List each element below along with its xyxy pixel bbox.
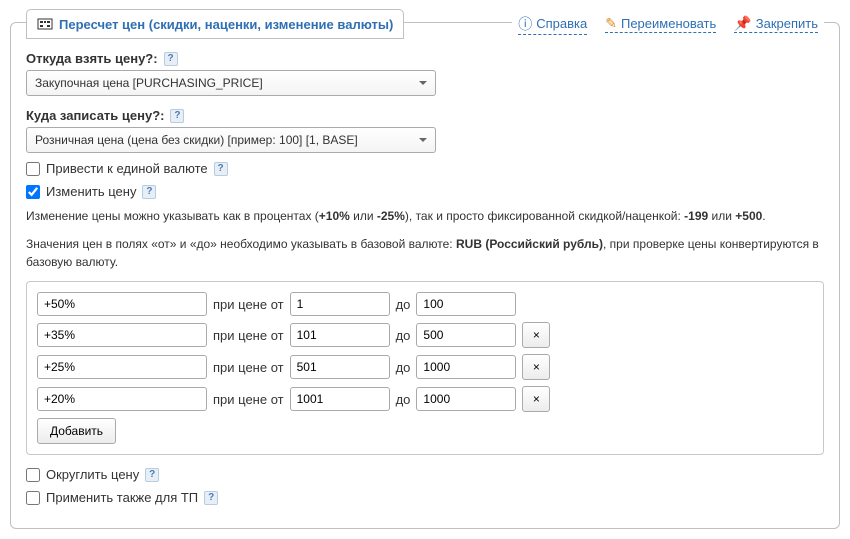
to-input[interactable] xyxy=(416,387,516,411)
price-rule-row: при цене от до × xyxy=(37,354,813,380)
pencil-icon: ✎ xyxy=(605,15,617,32)
help-icon[interactable]: ? xyxy=(164,52,178,66)
pin-icon: 📌 xyxy=(734,15,751,32)
to-input[interactable] xyxy=(416,355,516,379)
to-label: до xyxy=(396,360,411,375)
help-icon[interactable]: ? xyxy=(145,468,159,482)
modifier-input[interactable] xyxy=(37,355,207,379)
round-price-checkbox[interactable] xyxy=(26,468,40,482)
header-actions: ⓘСправка ✎Переименовать 📌Закрепить xyxy=(512,14,824,35)
active-tab[interactable]: Пересчет цен (скидки, наценки, изменение… xyxy=(26,9,404,39)
help-link[interactable]: ⓘСправка xyxy=(518,14,587,35)
help-icon: ⓘ xyxy=(518,14,532,34)
source-price-select[interactable]: Закупочная цена [PURCHASING_PRICE] xyxy=(26,70,436,96)
remove-rule-button[interactable]: × xyxy=(522,386,550,412)
help-icon[interactable]: ? xyxy=(170,109,184,123)
from-label: при цене от xyxy=(213,328,284,343)
info-text-1: Изменение цены можно указывать как в про… xyxy=(26,207,824,225)
rename-link[interactable]: ✎Переименовать xyxy=(605,15,716,33)
pin-link[interactable]: 📌Закрепить xyxy=(734,15,818,33)
unify-currency-label: Привести к единой валюте xyxy=(46,161,208,176)
tab-title: Пересчет цен (скидки, наценки, изменение… xyxy=(59,17,393,32)
modifier-input[interactable] xyxy=(37,323,207,347)
to-label: до xyxy=(396,297,411,312)
apply-tp-label: Применить также для ТП xyxy=(46,490,198,505)
from-input[interactable] xyxy=(290,292,390,316)
target-label: Куда записать цену?: ? xyxy=(26,108,824,123)
from-input[interactable] xyxy=(290,355,390,379)
help-icon[interactable]: ? xyxy=(204,491,218,505)
to-input[interactable] xyxy=(416,292,516,316)
apply-tp-checkbox[interactable] xyxy=(26,491,40,505)
price-recalc-panel: Пересчет цен (скидки, наценки, изменение… xyxy=(10,22,840,529)
remove-rule-button[interactable]: × xyxy=(522,354,550,380)
panel-header: Пересчет цен (скидки, наценки, изменение… xyxy=(26,9,824,39)
recalc-icon xyxy=(37,16,53,32)
from-label: при цене от xyxy=(213,360,284,375)
change-price-label: Изменить цену xyxy=(46,184,136,199)
modifier-input[interactable] xyxy=(37,387,207,411)
round-price-label: Округлить цену xyxy=(46,467,139,482)
from-input[interactable] xyxy=(290,323,390,347)
help-icon[interactable]: ? xyxy=(214,162,228,176)
apply-tp-row: Применить также для ТП ? xyxy=(26,490,824,505)
from-label: при цене от xyxy=(213,297,284,312)
modifier-input[interactable] xyxy=(37,292,207,316)
unify-currency-row: Привести к единой валюте ? xyxy=(26,161,824,176)
to-label: до xyxy=(396,392,411,407)
from-input[interactable] xyxy=(290,387,390,411)
to-input[interactable] xyxy=(416,323,516,347)
remove-rule-button[interactable]: × xyxy=(522,322,550,348)
price-rule-row: при цене от до × xyxy=(37,386,813,412)
add-rule-button[interactable]: Добавить xyxy=(37,418,116,444)
price-rule-row: при цене от до × xyxy=(37,322,813,348)
change-price-row: Изменить цену ? xyxy=(26,184,824,199)
source-label: Откуда взять цену?: ? xyxy=(26,51,824,66)
price-rule-row: при цене от до xyxy=(37,292,813,316)
target-price-row: Куда записать цену?: ? Розничная цена (ц… xyxy=(26,108,824,153)
help-icon[interactable]: ? xyxy=(142,185,156,199)
round-price-row: Округлить цену ? xyxy=(26,467,824,482)
from-label: при цене от xyxy=(213,392,284,407)
change-price-checkbox[interactable] xyxy=(26,185,40,199)
target-price-select[interactable]: Розничная цена (цена без скидки) [пример… xyxy=(26,127,436,153)
source-price-row: Откуда взять цену?: ? Закупочная цена [P… xyxy=(26,51,824,96)
info-text-2: Значения цен в полях «от» и «до» необход… xyxy=(26,235,824,271)
to-label: до xyxy=(396,328,411,343)
price-rules-box: при цене от до при цене от до × при цене от до… xyxy=(26,281,824,455)
unify-currency-checkbox[interactable] xyxy=(26,162,40,176)
